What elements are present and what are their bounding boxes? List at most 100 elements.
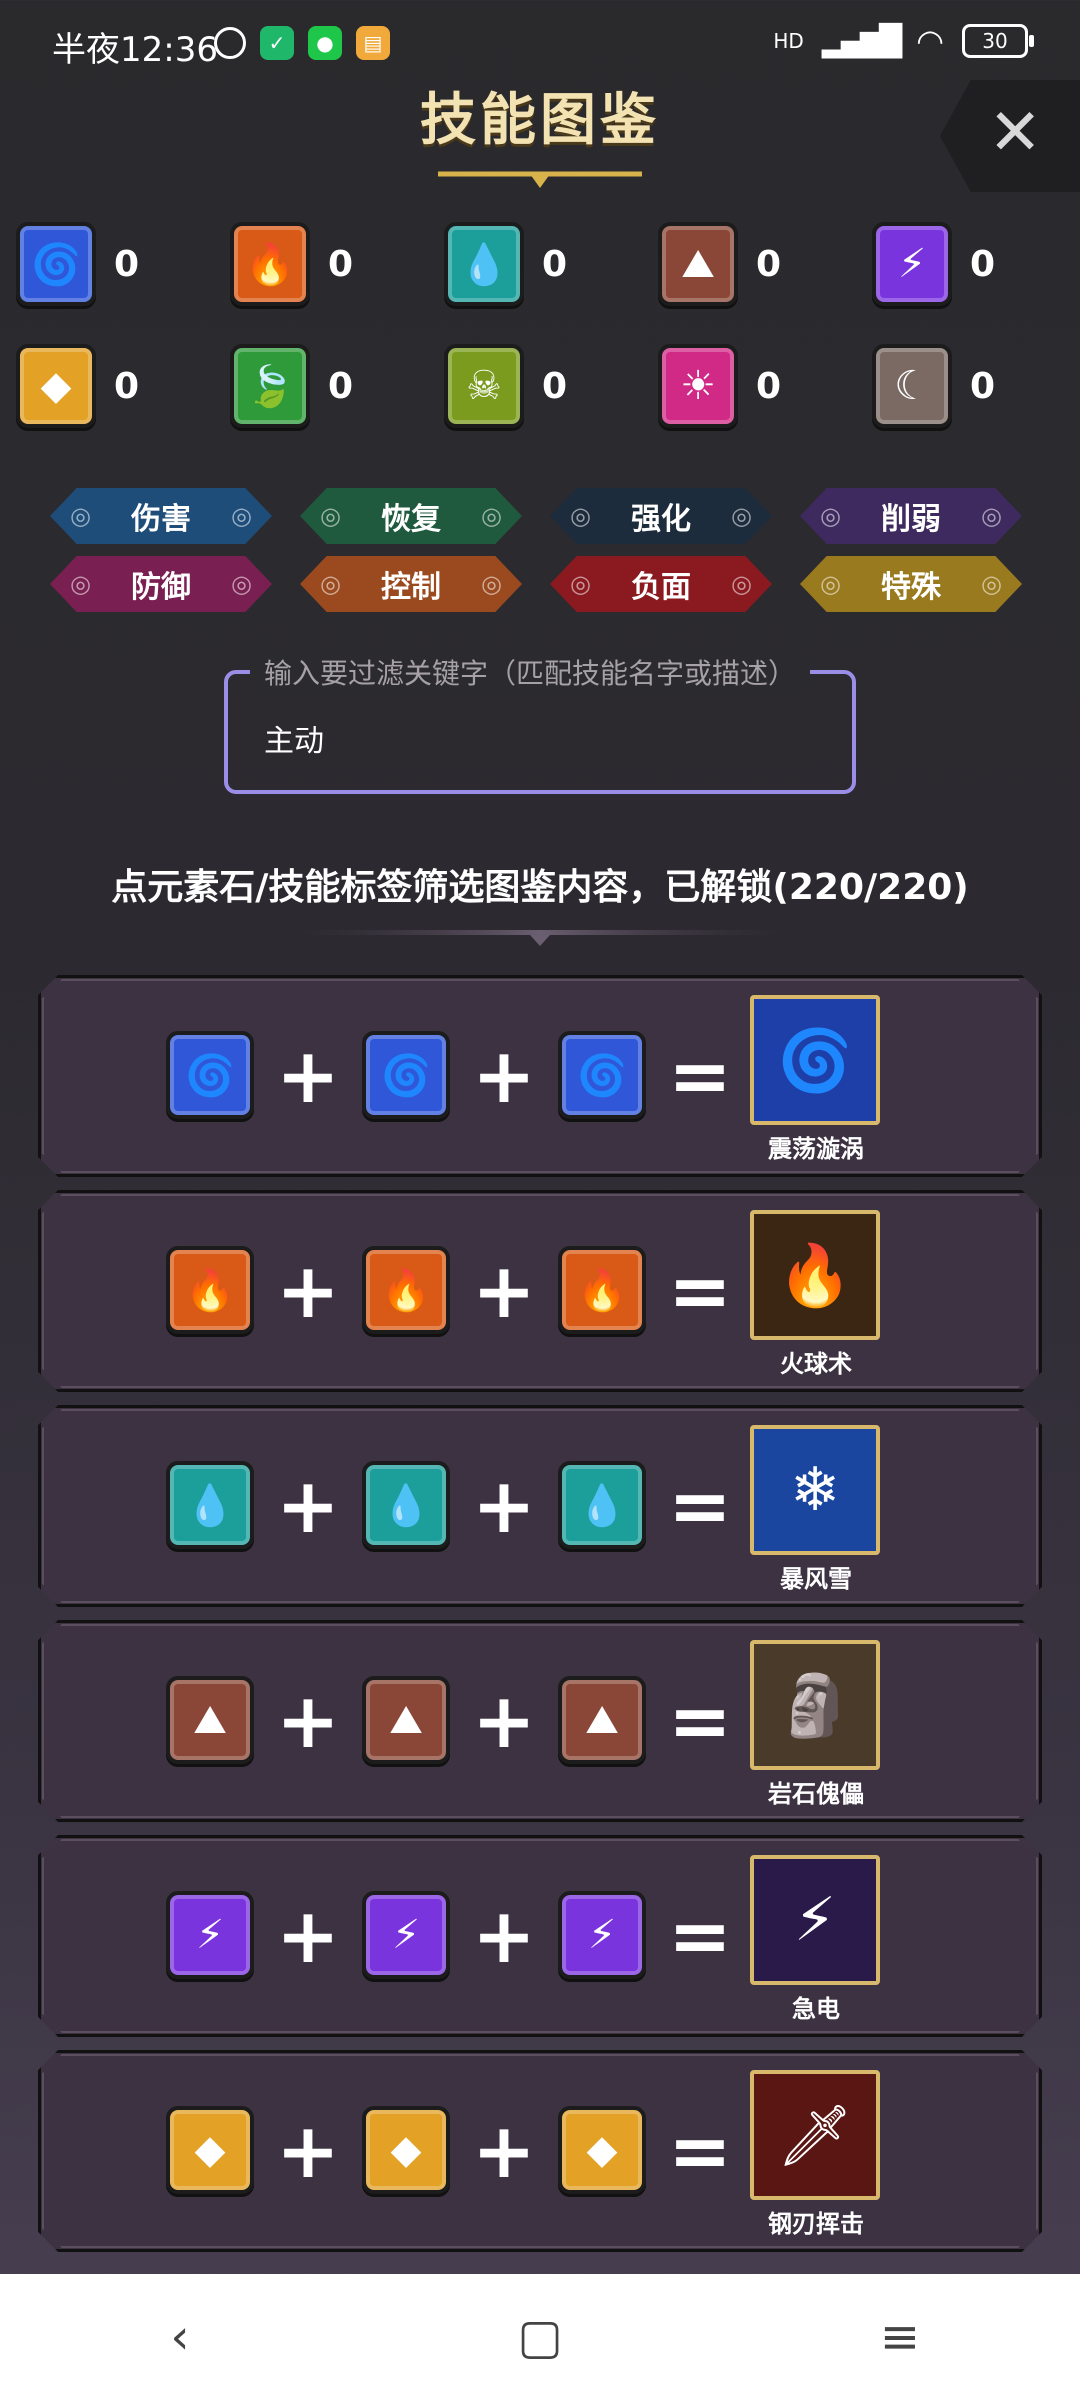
skill-tag-filters: ◎ 伤害 ◎ ◎ 恢复 ◎ ◎ 强化 ◎ ◎ 削弱 ◎ ◎ 防御 ◎ ◎ 控制 ◎ ◎ 负面 ◎ ◎ 特殊 ◎ [50,488,1040,612]
page-title: 技能图鉴 [420,88,660,153]
fire-gem-icon: 🔥 [358,1242,454,1338]
vortex-skill-icon: 🌀 [750,995,880,1125]
element-count: 0 [328,243,354,285]
element-count: 0 [970,243,996,285]
sun-gem-icon: ☀ [654,340,742,432]
element-count: 0 [756,243,782,285]
tag-defense[interactable]: ◎ 防御 ◎ [50,556,272,612]
element-wind[interactable]: 🌀 0 [12,218,226,310]
water-gem-icon: 💧 [358,1457,454,1553]
element-stone-grid: 🌀 0 🔥 0 💧 0 ⛰ 0 ⚡ 0 ◆ 0 🍃 0 ☠ 0 ☀ 0 ☾ 0 [12,218,1072,432]
earth-gem-icon: ⛰ [358,1672,454,1768]
lightning-gem-icon: ⚡ [358,1887,454,1983]
signal-icon: ▂▄▆█ [821,23,902,59]
blade-skill-icon: 🗡 [750,2070,880,2200]
element-count: 0 [542,243,568,285]
wind-gem-icon: 🌀 [12,218,100,310]
recipe-row[interactable]: ◆ + ◆ + ◆ = 🗡 钢刃挥击 [38,2050,1042,2252]
system-nav-bar: ‹ ▢ ≡ [0,2274,1080,2400]
golem-skill-icon: 🗿 [750,1640,880,1770]
recipe-row[interactable]: 💧 + 💧 + 💧 = ❄ 暴风雪 [38,1405,1042,1607]
plus-sign: + [472,1675,536,1765]
tag-debuff[interactable]: ◎ 削弱 ◎ [800,488,1022,544]
wind-gem-icon: 🌀 [358,1027,454,1123]
plus-sign: + [276,1890,340,1980]
tag-heal[interactable]: ◎ 恢复 ◎ [300,488,522,544]
title-ornament [438,171,642,188]
fire-gem-icon: 🔥 [554,1242,650,1338]
element-count: 0 [114,365,140,407]
skill-name: 火球术 [780,1350,852,1378]
light-gem-icon: ◆ [358,2102,454,2198]
status-notification-icons: ✓ ● ▤ [214,26,390,60]
plus-sign: + [472,1030,536,1120]
plus-sign: + [276,1460,340,1550]
tag-buff[interactable]: ◎ 强化 ◎ [550,488,772,544]
earth-gem-icon: ⛰ [654,218,742,310]
notes-app-icon: ▤ [356,26,390,60]
leaf-gem-icon: 🍃 [226,340,314,432]
plus-sign: + [472,1460,536,1550]
skill-name: 岩石傀儡 [768,1780,864,1808]
water-gem-icon: 💧 [554,1457,650,1553]
tag-negative[interactable]: ◎ 负面 ◎ [550,556,772,612]
recipe-list: 🌀 + 🌀 + 🌀 = 🌀 震荡漩涡 🔥 + 🔥 + 🔥 = 🔥 火球术 💧 +… [38,975,1042,2265]
menu-icon[interactable]: ≡ [860,2309,940,2365]
status-time: 半夜12:36 [52,30,218,70]
plus-sign: + [276,1245,340,1335]
lightning-skill-icon: ⚡ [750,1855,880,1985]
skull-gem-icon: ☠ [440,340,528,432]
element-nature[interactable]: 🍃 0 [226,340,440,432]
equals-sign: = [668,1245,732,1335]
element-fire[interactable]: 🔥 0 [226,218,440,310]
tag-special[interactable]: ◎ 特殊 ◎ [800,556,1022,612]
skill-name: 急电 [792,1995,840,2023]
lightning-gem-icon: ⚡ [162,1887,258,1983]
equals-sign: = [668,1890,732,1980]
element-earth[interactable]: ⛰ 0 [654,218,868,310]
water-gem-icon: 💧 [162,1457,258,1553]
fireball-skill-icon: 🔥 [750,1210,880,1340]
lightning-gem-icon: ⚡ [554,1887,650,1983]
close-icon[interactable]: ✕ [988,96,1042,170]
status-right-icons: HD ▂▄▆█ ◠ 30 [773,22,1034,60]
element-count: 0 [970,365,996,407]
light-gem-icon: ◆ [162,2102,258,2198]
lightning-gem-icon: ⚡ [868,218,956,310]
filter-value[interactable]: 主动 [264,716,324,760]
network-type: HD [773,29,804,53]
tag-damage[interactable]: ◎ 伤害 ◎ [50,488,272,544]
tag-control[interactable]: ◎ 控制 ◎ [300,556,522,612]
wechat-icon: ● [308,26,342,60]
equals-sign: = [668,2105,732,2195]
light-gem-icon: ◆ [12,340,100,432]
element-water[interactable]: 💧 0 [440,218,654,310]
fire-gem-icon: 🔥 [226,218,314,310]
water-gem-icon: 💧 [440,218,528,310]
skill-name: 震荡漩涡 [768,1135,864,1163]
recipe-row[interactable]: ⚡ + ⚡ + ⚡ = ⚡ 急电 [38,1835,1042,2037]
plus-sign: + [276,1030,340,1120]
element-poison[interactable]: ☠ 0 [440,340,654,432]
recipe-row[interactable]: 🌀 + 🌀 + 🌀 = 🌀 震荡漩涡 [38,975,1042,1177]
element-light[interactable]: ◆ 0 [12,340,226,432]
element-sun[interactable]: ☀ 0 [654,340,868,432]
wifi-icon: ◠ [916,22,944,60]
home-icon[interactable]: ▢ [500,2309,580,2365]
back-icon[interactable]: ‹ [140,2309,220,2365]
earth-gem-icon: ⛰ [162,1672,258,1768]
recipe-row[interactable]: ⛰ + ⛰ + ⛰ = 🗿 岩石傀儡 [38,1620,1042,1822]
filter-label: 输入要过滤关键字（匹配技能名字或描述） [250,652,811,692]
recipe-row[interactable]: 🔥 + 🔥 + 🔥 = 🔥 火球术 [38,1190,1042,1392]
plus-sign: + [276,1675,340,1765]
alarm-icon [214,27,246,59]
element-count: 0 [114,243,140,285]
plus-sign: + [276,2105,340,2195]
battery-indicator: 30 [962,24,1034,58]
plus-sign: + [472,2105,536,2195]
skill-name: 暴风雪 [780,1565,852,1593]
element-lightning[interactable]: ⚡ 0 [868,218,1080,310]
element-moon[interactable]: ☾ 0 [868,340,1080,432]
plus-sign: + [472,1245,536,1335]
equals-sign: = [668,1460,732,1550]
